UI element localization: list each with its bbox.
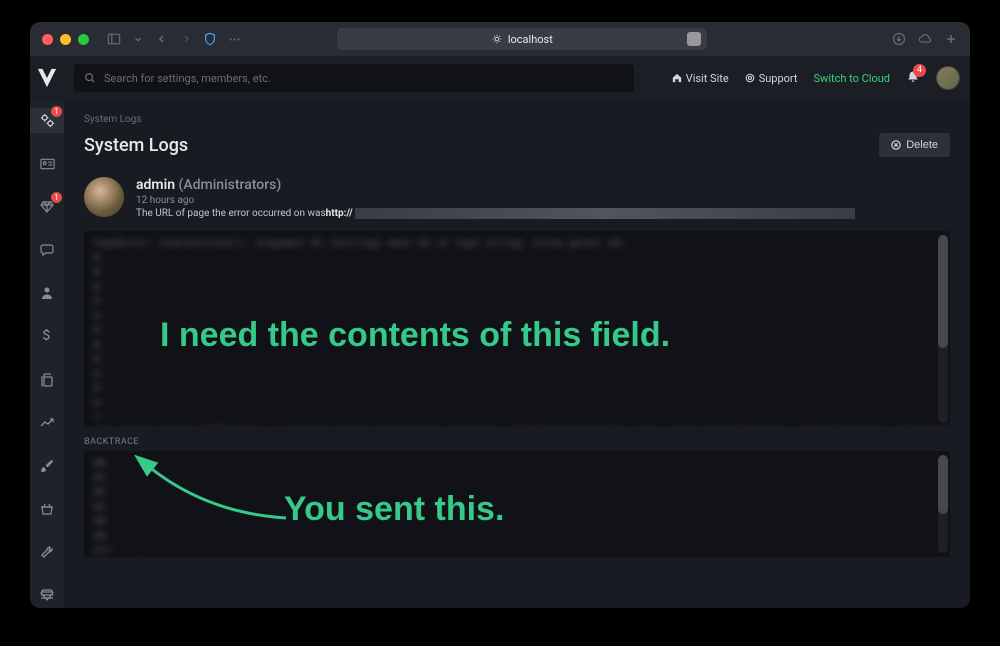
- log-header: admin (Administrators) 12 hours ago The …: [64, 171, 970, 229]
- sidebar-item-commerce[interactable]: [30, 324, 64, 349]
- url-host: localhost: [508, 33, 553, 46]
- sidebar-item-user[interactable]: [30, 281, 64, 306]
- browser-chrome: localhost: [30, 22, 970, 56]
- gem-badge: 1: [51, 192, 62, 203]
- id-card-icon: [40, 158, 55, 170]
- close-window-button[interactable]: [42, 34, 53, 45]
- traffic-lights: [42, 34, 89, 45]
- app-topbar: Search for settings, members, etc. Visit…: [30, 56, 970, 100]
- menu-icon[interactable]: [227, 32, 241, 46]
- lifebuoy-icon: [745, 73, 755, 83]
- log-url-prefix: The URL of page the error occurred on wa…: [136, 208, 326, 219]
- main-content: System Logs System Logs Delete admin (Ad…: [64, 100, 970, 608]
- sidebar-item-stats[interactable]: [30, 410, 64, 435]
- sidebar-item-gem[interactable]: 1: [30, 194, 64, 219]
- log-url-redacted: [355, 208, 855, 219]
- dollar-icon: [42, 329, 52, 343]
- notifications-button[interactable]: 4: [906, 70, 920, 87]
- sidebar-item-files[interactable]: [30, 367, 64, 392]
- log-user-avatar[interactable]: [84, 177, 124, 217]
- support-link[interactable]: Support: [745, 72, 798, 85]
- sidebar-item-tools[interactable]: [30, 540, 64, 565]
- log-user-group: (Administrators): [179, 177, 282, 193]
- close-icon: [891, 140, 901, 150]
- sidebar-item-customize[interactable]: [30, 453, 64, 478]
- chat-icon: [40, 244, 54, 256]
- sidebar-item-settings[interactable]: 1: [30, 108, 64, 133]
- search-input[interactable]: Search for settings, members, etc.: [74, 64, 634, 92]
- backtrace-content: #0 #1 #2 #3 #4 #5 s\Form), Arr #6 applic…: [84, 451, 950, 557]
- back-icon[interactable]: [155, 32, 169, 46]
- browser-window: localhost Search for settings, members, …: [30, 22, 970, 608]
- brush-icon: [40, 459, 54, 473]
- user-icon: [41, 286, 53, 300]
- sidebar: 1 1: [30, 100, 64, 608]
- log-user-line: admin (Administrators): [136, 177, 855, 193]
- switch-cloud-label: Switch to Cloud: [814, 72, 890, 85]
- scrollbar[interactable]: [938, 235, 948, 423]
- sidebar-collapse-button[interactable]: [30, 590, 64, 600]
- app-logo[interactable]: [30, 56, 64, 100]
- breadcrumb: System Logs: [64, 100, 970, 133]
- reader-mode-icon[interactable]: [687, 32, 701, 46]
- delete-label: Delete: [906, 139, 938, 151]
- user-avatar[interactable]: [936, 66, 960, 90]
- visit-site-link[interactable]: Visit Site: [672, 72, 729, 85]
- log-user-name[interactable]: admin: [136, 177, 175, 193]
- page-header: System Logs Delete: [64, 133, 970, 171]
- backtrace-label: BACKTRACE: [64, 433, 970, 449]
- sidebar-item-members[interactable]: [30, 151, 64, 176]
- backtrace-box[interactable]: #0 #1 #2 #3 #4 #5 s\Form), Arr #6 applic…: [84, 451, 950, 557]
- chart-icon: [40, 417, 54, 429]
- gear-icon: [492, 34, 502, 44]
- hamburger-icon: [40, 590, 54, 600]
- scrollbar[interactable]: [938, 455, 948, 553]
- copy-icon: [40, 373, 54, 387]
- visit-site-label: Visit Site: [686, 72, 729, 85]
- sidebar-item-market[interactable]: [30, 497, 64, 522]
- settings-badge: 1: [51, 106, 62, 117]
- log-timestamp: 12 hours ago: [136, 195, 855, 206]
- sidebar-item-chat[interactable]: [30, 238, 64, 263]
- search-icon: [84, 72, 96, 84]
- log-url-scheme: http://: [326, 208, 353, 219]
- home-icon: [672, 73, 682, 83]
- error-trace-box[interactable]: TypeError: htmlentities(): Argument #1 (…: [84, 231, 950, 427]
- minimize-window-button[interactable]: [60, 34, 71, 45]
- cloud-icon[interactable]: [918, 32, 932, 46]
- forward-icon[interactable]: [179, 32, 193, 46]
- chevron-down-icon[interactable]: [131, 32, 145, 46]
- error-trace-content: TypeError: htmlentities(): Argument #1 (…: [84, 231, 950, 427]
- search-placeholder: Search for settings, members, etc.: [104, 72, 271, 85]
- diamond-icon: [40, 200, 54, 214]
- maximize-window-button[interactable]: [78, 34, 89, 45]
- support-label: Support: [759, 72, 798, 85]
- log-url-line: The URL of page the error occurred on wa…: [136, 208, 855, 219]
- notification-badge: 4: [913, 64, 926, 77]
- page-title: System Logs: [84, 135, 188, 156]
- new-tab-icon[interactable]: [944, 32, 958, 46]
- delete-button[interactable]: Delete: [879, 133, 950, 157]
- shield-icon[interactable]: [203, 32, 217, 46]
- wrench-icon: [40, 545, 54, 559]
- download-icon[interactable]: [892, 32, 906, 46]
- basket-icon: [40, 503, 54, 515]
- url-bar[interactable]: localhost: [337, 28, 707, 50]
- switch-cloud-link[interactable]: Switch to Cloud: [814, 72, 890, 85]
- sidebar-toggle-icon[interactable]: [107, 32, 121, 46]
